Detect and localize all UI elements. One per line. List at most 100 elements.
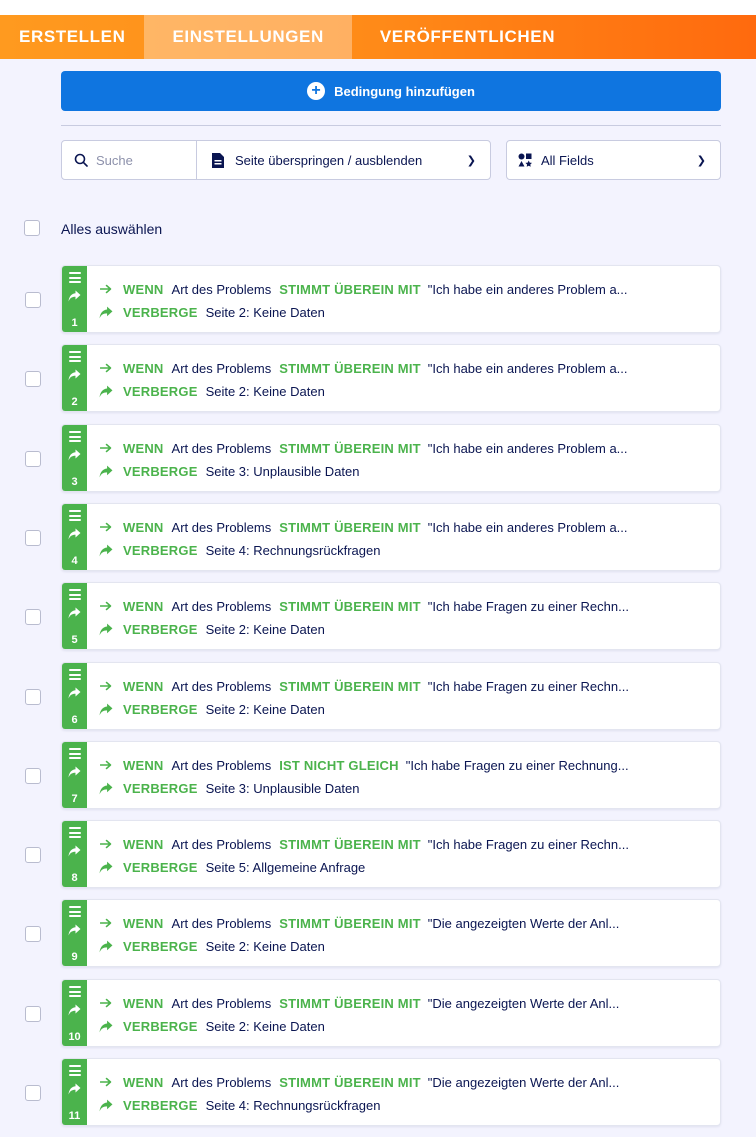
action-keyword: VERBERGE: [123, 383, 198, 399]
share-arrow-icon: [99, 1099, 113, 1112]
condition-checkbox[interactable]: [25, 609, 41, 625]
drag-handle[interactable]: 3: [62, 425, 87, 491]
condition-operator: STIMMT ÜBEREIN MIT: [279, 281, 421, 297]
tab-einstellungen[interactable]: EINSTELLUNGEN: [144, 15, 352, 59]
condition-number: 2: [71, 396, 78, 408]
condition-card[interactable]: 9 WENN Art des Problems STIMMT ÜBEREIN M…: [61, 899, 721, 967]
drag-grip-icon: [68, 510, 81, 521]
condition-value: "Ich habe Fragen zu einer Rechn...: [427, 598, 629, 614]
condition-value: "Ich habe Fragen zu einer Rechnung...: [405, 757, 629, 773]
condition-number: 3: [71, 476, 78, 488]
condition-checkbox[interactable]: [25, 768, 41, 784]
condition-value: "Ich habe ein anderes Problem a...: [427, 440, 628, 456]
condition-checkbox[interactable]: [25, 689, 41, 705]
condition-operator: STIMMT ÜBEREIN MIT: [279, 915, 421, 931]
field-filter-label: All Fields: [541, 152, 594, 168]
select-all-label: Alles auswählen: [61, 221, 163, 237]
condition-type-dropdown[interactable]: Seite überspringen / ausblenden ❯: [197, 141, 490, 179]
condition-card[interactable]: 5 WENN Art des Problems STIMMT ÜBEREIN M…: [61, 582, 721, 650]
drag-handle[interactable]: 5: [62, 583, 87, 649]
action-target: Seite 2: Keine Daten: [205, 383, 325, 399]
drag-handle[interactable]: 8: [62, 821, 87, 887]
share-arrow-icon: [99, 465, 113, 478]
action-keyword: VERBERGE: [123, 304, 198, 320]
if-keyword: WENN: [123, 598, 164, 614]
action-keyword: VERBERGE: [123, 1097, 198, 1113]
condition-checkbox[interactable]: [25, 371, 41, 387]
action-target: Seite 3: Unplausible Daten: [205, 463, 360, 479]
condition-row: 5 WENN Art des Problems STIMMT ÜBEREIN M…: [0, 582, 756, 650]
select-all-checkbox[interactable]: [24, 220, 40, 236]
search-input[interactable]: [96, 152, 186, 168]
condition-card[interactable]: 4 WENN Art des Problems STIMMT ÜBEREIN M…: [61, 503, 721, 571]
condition-field: Art des Problems: [171, 757, 272, 773]
condition-checkbox[interactable]: [25, 847, 41, 863]
action-target: Seite 4: Rechnungsrückfragen: [205, 1097, 381, 1113]
condition-row: 8 WENN Art des Problems STIMMT ÜBEREIN M…: [0, 820, 756, 888]
condition-field: Art des Problems: [171, 598, 272, 614]
condition-operator: STIMMT ÜBEREIN MIT: [279, 360, 421, 376]
condition-value: "Ich habe ein anderes Problem a...: [427, 360, 628, 376]
drag-handle[interactable]: 1: [62, 266, 87, 332]
action-target: Seite 2: Keine Daten: [205, 304, 325, 320]
action-line: VERBERGE Seite 4: Rechnungsrückfragen: [99, 1096, 720, 1114]
drag-handle[interactable]: 2: [62, 345, 87, 411]
condition-card[interactable]: 10 WENN Art des Problems STIMMT ÜBEREIN …: [61, 979, 721, 1047]
arrow-right-icon: [99, 760, 113, 770]
drag-handle[interactable]: 4: [62, 504, 87, 570]
action-target: Seite 4: Rechnungsrückfragen: [205, 542, 381, 558]
if-keyword: WENN: [123, 519, 164, 535]
condition-card[interactable]: 11 WENN Art des Problems STIMMT ÜBEREIN …: [61, 1058, 721, 1126]
if-keyword: WENN: [123, 440, 164, 456]
condition-content: WENN Art des Problems STIMMT ÜBEREIN MIT…: [87, 900, 720, 966]
condition-checkbox[interactable]: [25, 292, 41, 308]
arrow-right-icon: [99, 284, 113, 294]
condition-checkbox[interactable]: [25, 530, 41, 546]
condition-field: Art des Problems: [171, 836, 272, 852]
condition-number: 10: [68, 1031, 81, 1043]
drag-handle[interactable]: 9: [62, 900, 87, 966]
condition-checkbox[interactable]: [25, 451, 41, 467]
tab-erstellen[interactable]: ERSTELLEN: [0, 15, 144, 59]
condition-row: 6 WENN Art des Problems STIMMT ÜBEREIN M…: [0, 662, 756, 730]
condition-value: "Die angezeigten Werte der Anl...: [427, 995, 620, 1011]
condition-card[interactable]: 3 WENN Art des Problems STIMMT ÜBEREIN M…: [61, 424, 721, 492]
condition-checkbox[interactable]: [25, 1085, 41, 1101]
condition-checkbox[interactable]: [25, 1006, 41, 1022]
condition-content: WENN Art des Problems STIMMT ÜBEREIN MIT…: [87, 1059, 720, 1125]
condition-checkbox[interactable]: [25, 926, 41, 942]
drag-grip-icon: [68, 986, 81, 997]
drag-handle[interactable]: 10: [62, 980, 87, 1046]
share-arrow-icon: [68, 290, 81, 302]
action-target: Seite 2: Keine Daten: [205, 938, 325, 954]
shapes-icon: [518, 153, 532, 167]
condition-card[interactable]: 7 WENN Art des Problems IST NICHT GLEICH…: [61, 741, 721, 809]
action-keyword: VERBERGE: [123, 1018, 198, 1034]
if-line: WENN Art des Problems STIMMT ÜBEREIN MIT…: [99, 518, 720, 536]
drag-handle[interactable]: 7: [62, 742, 87, 808]
condition-operator: STIMMT ÜBEREIN MIT: [279, 598, 421, 614]
add-condition-button[interactable]: + Bedingung hinzufügen: [61, 71, 721, 111]
drag-handle[interactable]: 11: [62, 1059, 87, 1125]
condition-operator: STIMMT ÜBEREIN MIT: [279, 519, 421, 535]
condition-card[interactable]: 1 WENN Art des Problems STIMMT ÜBEREIN M…: [61, 265, 721, 333]
condition-field: Art des Problems: [171, 440, 272, 456]
field-filter-dropdown[interactable]: All Fields ❯: [506, 140, 721, 180]
arrow-right-icon: [99, 998, 113, 1008]
condition-number: 5: [71, 634, 78, 646]
action-line: VERBERGE Seite 2: Keine Daten: [99, 382, 720, 400]
divider: [61, 125, 721, 126]
share-arrow-icon: [68, 924, 81, 936]
condition-card[interactable]: 8 WENN Art des Problems STIMMT ÜBEREIN M…: [61, 820, 721, 888]
condition-operator: IST NICHT GLEICH: [279, 757, 399, 773]
condition-content: WENN Art des Problems STIMMT ÜBEREIN MIT…: [87, 425, 720, 491]
drag-handle[interactable]: 6: [62, 663, 87, 729]
if-keyword: WENN: [123, 915, 164, 931]
condition-content: WENN Art des Problems STIMMT ÜBEREIN MIT…: [87, 821, 720, 887]
arrow-right-icon: [99, 363, 113, 373]
condition-card[interactable]: 6 WENN Art des Problems STIMMT ÜBEREIN M…: [61, 662, 721, 730]
condition-operator: STIMMT ÜBEREIN MIT: [279, 440, 421, 456]
condition-card[interactable]: 2 WENN Art des Problems STIMMT ÜBEREIN M…: [61, 344, 721, 412]
condition-number: 8: [71, 872, 78, 884]
tab-veroeffentlichen[interactable]: VERÖFFENTLICHEN: [352, 15, 574, 59]
